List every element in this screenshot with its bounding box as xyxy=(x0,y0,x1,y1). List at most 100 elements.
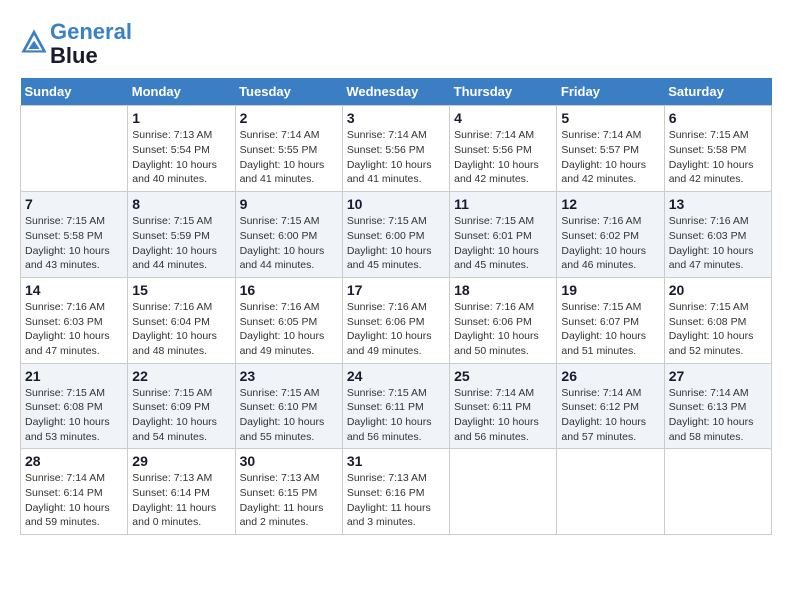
calendar-cell xyxy=(21,106,128,192)
day-number: 10 xyxy=(347,196,445,212)
day-info: Sunrise: 7:14 AM Sunset: 6:13 PM Dayligh… xyxy=(669,386,767,445)
calendar-header: SundayMondayTuesdayWednesdayThursdayFrid… xyxy=(21,78,772,106)
day-number: 22 xyxy=(132,368,230,384)
page-header: GeneralBlue xyxy=(20,20,772,68)
day-number: 27 xyxy=(669,368,767,384)
calendar-cell: 30Sunrise: 7:13 AM Sunset: 6:15 PM Dayli… xyxy=(235,449,342,535)
day-number: 14 xyxy=(25,282,123,298)
calendar-cell xyxy=(557,449,664,535)
calendar-table: SundayMondayTuesdayWednesdayThursdayFrid… xyxy=(20,78,772,535)
calendar-cell: 6Sunrise: 7:15 AM Sunset: 5:58 PM Daylig… xyxy=(664,106,771,192)
day-info: Sunrise: 7:14 AM Sunset: 5:55 PM Dayligh… xyxy=(240,128,338,187)
day-info: Sunrise: 7:14 AM Sunset: 6:12 PM Dayligh… xyxy=(561,386,659,445)
day-number: 28 xyxy=(25,453,123,469)
calendar-cell: 29 Sunrise: 7:13 AM Sunset: 6:14 PM Dayli… xyxy=(128,449,235,535)
day-number: 20 xyxy=(669,282,767,298)
day-number: 8 xyxy=(132,196,230,212)
day-number: 7 xyxy=(25,196,123,212)
week-row-1: 1 Sunrise: 7:13 AM Sunset: 5:54 PM Daylig… xyxy=(21,106,772,192)
calendar-cell: 15 Sunrise: 7:16 AM Sunset: 6:04 PM Dayli… xyxy=(128,277,235,363)
calendar-cell: 5 Sunrise: 7:14 AM Sunset: 5:57 PM Daylig… xyxy=(557,106,664,192)
day-header-thursday: Thursday xyxy=(450,78,557,106)
day-info: Sunrise: 7:15 AM Sunset: 6:11 PM Dayligh… xyxy=(347,386,445,445)
calendar-cell: 11 Sunrise: 7:15 AM Sunset: 6:01 PM Dayli… xyxy=(450,192,557,278)
calendar-cell: 19Sunrise: 7:15 AM Sunset: 6:07 PM Dayli… xyxy=(557,277,664,363)
day-info: Sunrise: 7:13 AM Sunset: 5:54 PM Dayligh… xyxy=(132,128,230,187)
day-info: Sunrise: 7:15 AM Sunset: 6:08 PM Dayligh… xyxy=(25,386,123,445)
day-info: Sunrise: 7:15 AM Sunset: 6:07 PM Dayligh… xyxy=(561,300,659,359)
calendar-cell: 9 Sunrise: 7:15 AM Sunset: 6:00 PM Daylig… xyxy=(235,192,342,278)
day-number: 12 xyxy=(561,196,659,212)
day-info: Sunrise: 7:16 AM Sunset: 6:06 PM Dayligh… xyxy=(454,300,552,359)
day-number: 29 xyxy=(132,453,230,469)
day-info: Sunrise: 7:13 AM Sunset: 6:14 PM Dayligh… xyxy=(132,471,230,530)
day-info: Sunrise: 7:15 AM Sunset: 6:10 PM Dayligh… xyxy=(240,386,338,445)
calendar-cell: 7 Sunrise: 7:15 AM Sunset: 5:58 PM Daylig… xyxy=(21,192,128,278)
day-info: Sunrise: 7:15 AM Sunset: 5:58 PM Dayligh… xyxy=(25,214,123,273)
calendar-cell: 23 Sunrise: 7:15 AM Sunset: 6:10 PM Dayli… xyxy=(235,363,342,449)
calendar-cell: 17Sunrise: 7:16 AM Sunset: 6:06 PM Dayli… xyxy=(342,277,449,363)
day-number: 26 xyxy=(561,368,659,384)
week-row-5: 28Sunrise: 7:14 AM Sunset: 6:14 PM Dayli… xyxy=(21,449,772,535)
calendar-cell: 1 Sunrise: 7:13 AM Sunset: 5:54 PM Daylig… xyxy=(128,106,235,192)
calendar-cell: 24 Sunrise: 7:15 AM Sunset: 6:11 PM Dayli… xyxy=(342,363,449,449)
day-number: 16 xyxy=(240,282,338,298)
day-info: Sunrise: 7:15 AM Sunset: 6:08 PM Dayligh… xyxy=(669,300,767,359)
day-info: Sunrise: 7:14 AM Sunset: 5:56 PM Dayligh… xyxy=(347,128,445,187)
calendar-cell: 16 Sunrise: 7:16 AM Sunset: 6:05 PM Dayli… xyxy=(235,277,342,363)
day-info: Sunrise: 7:14 AM Sunset: 6:11 PM Dayligh… xyxy=(454,386,552,445)
calendar-cell: 27 Sunrise: 7:14 AM Sunset: 6:13 PM Dayli… xyxy=(664,363,771,449)
day-info: Sunrise: 7:14 AM Sunset: 5:57 PM Dayligh… xyxy=(561,128,659,187)
day-number: 25 xyxy=(454,368,552,384)
logo-icon xyxy=(20,28,48,56)
day-info: Sunrise: 7:16 AM Sunset: 6:05 PM Dayligh… xyxy=(240,300,338,359)
calendar-cell: 8 Sunrise: 7:15 AM Sunset: 5:59 PM Daylig… xyxy=(128,192,235,278)
calendar-cell: 12Sunrise: 7:16 AM Sunset: 6:02 PM Dayli… xyxy=(557,192,664,278)
calendar-cell xyxy=(450,449,557,535)
calendar-body: 1 Sunrise: 7:13 AM Sunset: 5:54 PM Daylig… xyxy=(21,106,772,535)
calendar-cell: 2 Sunrise: 7:14 AM Sunset: 5:55 PM Daylig… xyxy=(235,106,342,192)
day-number: 18 xyxy=(454,282,552,298)
day-number: 1 xyxy=(132,110,230,126)
day-info: Sunrise: 7:15 AM Sunset: 6:09 PM Dayligh… xyxy=(132,386,230,445)
day-number: 15 xyxy=(132,282,230,298)
logo-text: GeneralBlue xyxy=(50,20,132,68)
day-info: Sunrise: 7:16 AM Sunset: 6:04 PM Dayligh… xyxy=(132,300,230,359)
day-number: 24 xyxy=(347,368,445,384)
day-info: Sunrise: 7:15 AM Sunset: 6:01 PM Dayligh… xyxy=(454,214,552,273)
calendar-cell xyxy=(664,449,771,535)
calendar-cell: 18 Sunrise: 7:16 AM Sunset: 6:06 PM Dayli… xyxy=(450,277,557,363)
day-header-saturday: Saturday xyxy=(664,78,771,106)
logo: GeneralBlue xyxy=(20,20,132,68)
day-number: 3 xyxy=(347,110,445,126)
calendar-cell: 25 Sunrise: 7:14 AM Sunset: 6:11 PM Dayli… xyxy=(450,363,557,449)
day-number: 2 xyxy=(240,110,338,126)
day-info: Sunrise: 7:16 AM Sunset: 6:06 PM Dayligh… xyxy=(347,300,445,359)
header-row: SundayMondayTuesdayWednesdayThursdayFrid… xyxy=(21,78,772,106)
week-row-3: 14 Sunrise: 7:16 AM Sunset: 6:03 PM Dayli… xyxy=(21,277,772,363)
calendar-cell: 14 Sunrise: 7:16 AM Sunset: 6:03 PM Dayli… xyxy=(21,277,128,363)
day-header-tuesday: Tuesday xyxy=(235,78,342,106)
day-number: 11 xyxy=(454,196,552,212)
calendar-cell: 20 Sunrise: 7:15 AM Sunset: 6:08 PM Dayli… xyxy=(664,277,771,363)
week-row-2: 7 Sunrise: 7:15 AM Sunset: 5:58 PM Daylig… xyxy=(21,192,772,278)
calendar-cell: 31Sunrise: 7:13 AM Sunset: 6:16 PM Dayli… xyxy=(342,449,449,535)
day-number: 5 xyxy=(561,110,659,126)
calendar-cell: 28Sunrise: 7:14 AM Sunset: 6:14 PM Dayli… xyxy=(21,449,128,535)
day-info: Sunrise: 7:13 AM Sunset: 6:15 PM Dayligh… xyxy=(240,471,338,530)
day-info: Sunrise: 7:14 AM Sunset: 5:56 PM Dayligh… xyxy=(454,128,552,187)
day-number: 9 xyxy=(240,196,338,212)
calendar-cell: 4 Sunrise: 7:14 AM Sunset: 5:56 PM Daylig… xyxy=(450,106,557,192)
day-header-friday: Friday xyxy=(557,78,664,106)
calendar-cell: 10Sunrise: 7:15 AM Sunset: 6:00 PM Dayli… xyxy=(342,192,449,278)
week-row-4: 21Sunrise: 7:15 AM Sunset: 6:08 PM Dayli… xyxy=(21,363,772,449)
day-number: 23 xyxy=(240,368,338,384)
day-info: Sunrise: 7:15 AM Sunset: 5:59 PM Dayligh… xyxy=(132,214,230,273)
day-number: 13 xyxy=(669,196,767,212)
day-number: 6 xyxy=(669,110,767,126)
day-header-sunday: Sunday xyxy=(21,78,128,106)
calendar-cell: 22 Sunrise: 7:15 AM Sunset: 6:09 PM Dayli… xyxy=(128,363,235,449)
day-info: Sunrise: 7:16 AM Sunset: 6:03 PM Dayligh… xyxy=(25,300,123,359)
day-info: Sunrise: 7:15 AM Sunset: 6:00 PM Dayligh… xyxy=(240,214,338,273)
day-number: 4 xyxy=(454,110,552,126)
